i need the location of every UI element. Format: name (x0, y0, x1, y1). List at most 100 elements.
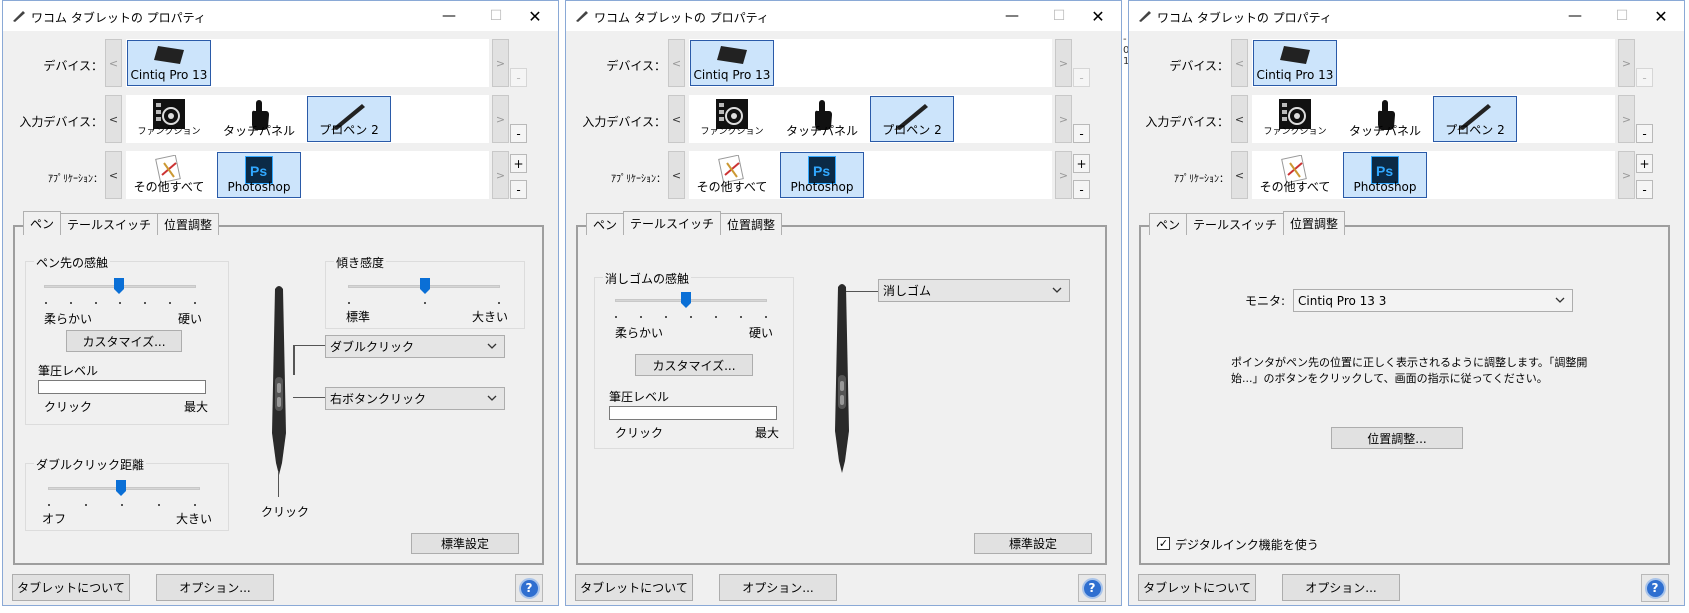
help-button[interactable]: ? (1078, 574, 1106, 602)
app-scroll-left-button[interactable]: < (1231, 151, 1248, 199)
options-button[interactable]: オプション... (1282, 574, 1400, 601)
device-scroll-left-button[interactable]: < (105, 39, 122, 87)
input-tile-pro-pen-2[interactable]: プロペン 2 (870, 96, 954, 142)
default-button[interactable]: 標準設定 (411, 533, 519, 554)
app-remove-button[interactable]: - (1636, 180, 1653, 199)
calibrate-button[interactable]: 位置調整... (1331, 427, 1463, 449)
input-scroll-left-button[interactable]: < (668, 95, 685, 143)
input-remove-button[interactable]: - (1073, 124, 1090, 143)
input-tile-function[interactable]: ファンクション (127, 96, 211, 142)
maximize-button[interactable]: ☐ (1607, 5, 1637, 27)
input-scroll-left-button[interactable]: < (105, 95, 122, 143)
tab-position[interactable]: 位置調整 (720, 213, 783, 235)
customize-button[interactable]: カスタマイズ... (635, 354, 753, 376)
app-tile-all-others[interactable]: その他すべて (690, 152, 774, 198)
eraser-feel-slider-thumb[interactable] (681, 292, 691, 308)
device-tile-cintiq[interactable]: Cintiq Pro 13 (127, 40, 211, 86)
device-scroll-left-button[interactable]: < (668, 39, 685, 87)
app-scroll-right-button[interactable]: > (1055, 151, 1072, 199)
input-tile-pro-pen-2[interactable]: プロペン 2 (1433, 96, 1517, 142)
tab-position[interactable]: 位置調整 (157, 213, 220, 235)
app-tile-all-others[interactable]: その他すべて (127, 152, 211, 198)
eraser-select-value: 消しゴム (883, 284, 932, 298)
tick (765, 316, 767, 318)
input-tile-touch[interactable]: タッチパネル (1343, 96, 1427, 142)
side-switch-upper-select[interactable]: ダブルクリック (325, 335, 505, 358)
app-tile-photoshop[interactable]: Ps Photoshop (780, 152, 864, 198)
input-scroll-right-button[interactable]: > (1055, 95, 1072, 143)
eraser-feel-slider[interactable] (615, 299, 767, 302)
device-remove-button[interactable]: - (1073, 68, 1090, 87)
app-remove-button[interactable]: - (1073, 180, 1090, 199)
device-scroll-right-button[interactable]: > (1055, 39, 1072, 87)
app-tile-all-others-label: その他すべて (1259, 180, 1331, 194)
input-tile-touch[interactable]: タッチパネル (217, 96, 301, 142)
device-scroll-right-button[interactable]: > (492, 39, 509, 87)
tab-pen[interactable]: ペン (23, 211, 62, 235)
app-scroll-right-button[interactable]: > (1618, 151, 1635, 199)
app-tile-photoshop[interactable]: Ps Photoshop (1343, 152, 1427, 198)
input-tile-function[interactable]: ファンクション (690, 96, 774, 142)
input-remove-button[interactable]: - (1636, 124, 1653, 143)
app-scroll-left-button[interactable]: < (668, 151, 685, 199)
tip-feel-slider-thumb[interactable] (114, 278, 124, 294)
device-tile-cintiq[interactable]: Cintiq Pro 13 (1253, 40, 1337, 86)
monitor-label: モニタ: (1245, 294, 1286, 308)
tilt-slider-thumb[interactable] (420, 278, 430, 294)
help-button[interactable]: ? (1641, 574, 1669, 602)
customize-button[interactable]: カスタマイズ... (66, 330, 182, 352)
tick (158, 504, 160, 506)
digital-ink-checkbox[interactable]: ✓ (1157, 537, 1170, 550)
device-scroll-left-button[interactable]: < (1231, 39, 1248, 87)
tab-tail-switch[interactable]: テールスイッチ (60, 213, 159, 235)
device-strip: Cintiq Pro 13 (1252, 39, 1615, 87)
about-tablet-button[interactable]: タブレットについて (12, 574, 130, 601)
app-tile-photoshop[interactable]: Ps Photoshop (217, 152, 301, 198)
minimize-button[interactable]: — (997, 5, 1027, 27)
device-scroll-right-button[interactable]: > (1618, 39, 1635, 87)
tab-pen[interactable]: ペン (586, 213, 625, 235)
app-remove-button[interactable]: - (510, 180, 527, 199)
app-add-button[interactable]: + (510, 154, 527, 173)
input-remove-button[interactable]: - (510, 124, 527, 143)
input-scroll-right-button[interactable]: > (1618, 95, 1635, 143)
tab-position[interactable]: 位置調整 (1283, 211, 1346, 235)
app-add-button[interactable]: + (1636, 154, 1653, 173)
title-bar[interactable]: ワコム タブレットの プロパティ — ☐ ✕ (3, 1, 558, 31)
title-bar[interactable]: ワコム タブレットの プロパティ — ☐ ✕ (566, 1, 1121, 31)
side-switch-lower-select[interactable]: 右ボタンクリック (325, 387, 505, 410)
title-bar[interactable]: ワコム タブレットの プロパティ — ☐ ✕ (1129, 1, 1684, 31)
app-add-button[interactable]: + (1073, 154, 1090, 173)
input-tile-function[interactable]: ファンクション (1253, 96, 1337, 142)
app-scroll-right-button[interactable]: > (492, 151, 509, 199)
help-button[interactable]: ? (515, 574, 543, 602)
app-scroll-left-button[interactable]: < (105, 151, 122, 199)
close-button[interactable]: ✕ (520, 5, 550, 27)
maximize-button[interactable]: ☐ (481, 5, 511, 27)
double-click-distance-slider-thumb[interactable] (116, 480, 126, 496)
minimize-button[interactable]: — (1560, 5, 1590, 27)
monitor-select[interactable]: Cintiq Pro 13 3 (1293, 289, 1573, 312)
input-tile-touch[interactable]: タッチパネル (780, 96, 864, 142)
tab-tail-switch[interactable]: テールスイッチ (1186, 213, 1285, 235)
input-scroll-right-button[interactable]: > (492, 95, 509, 143)
about-tablet-button[interactable]: タブレットについて (575, 574, 693, 601)
minimize-button[interactable]: — (434, 5, 464, 27)
device-remove-button[interactable]: - (510, 68, 527, 87)
input-scroll-left-button[interactable]: < (1231, 95, 1248, 143)
eraser-select[interactable]: 消しゴム (878, 279, 1070, 302)
default-button[interactable]: 標準設定 (974, 533, 1092, 554)
tab-pen[interactable]: ペン (1149, 213, 1188, 235)
maximize-button[interactable]: ☐ (1044, 5, 1074, 27)
app-tile-all-others[interactable]: その他すべて (1253, 152, 1337, 198)
about-tablet-button[interactable]: タブレットについて (1138, 574, 1256, 601)
device-remove-button[interactable]: - (1636, 68, 1653, 87)
device-tile-cintiq[interactable]: Cintiq Pro 13 (690, 40, 774, 86)
options-button[interactable]: オプション... (719, 574, 837, 601)
input-tile-pro-pen-2[interactable]: プロペン 2 (307, 96, 391, 142)
close-button[interactable]: ✕ (1083, 5, 1113, 27)
options-button[interactable]: オプション... (156, 574, 274, 601)
calibration-description: ポインタがペン先の位置に正しく表示されるように調整します。「調整開 始...」の… (1231, 355, 1587, 387)
close-button[interactable]: ✕ (1646, 5, 1676, 27)
tab-tail-switch[interactable]: テールスイッチ (623, 211, 722, 235)
